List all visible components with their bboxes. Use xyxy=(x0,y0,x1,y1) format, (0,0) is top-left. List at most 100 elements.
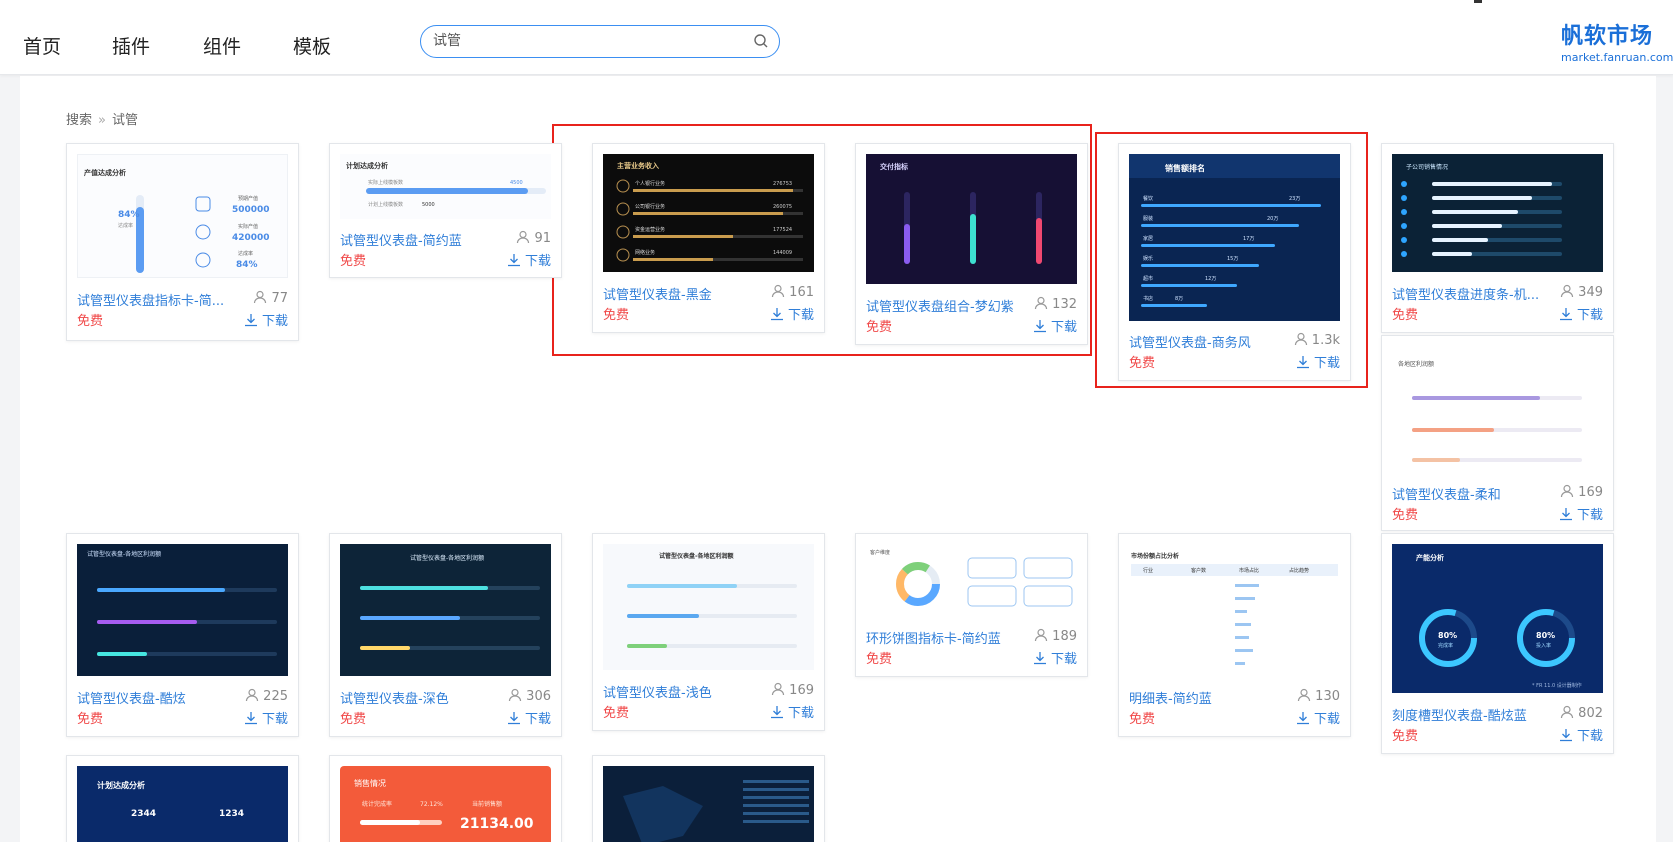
thumb-col: 客户数 xyxy=(1191,567,1206,574)
thumb-l2: 当前销售额 xyxy=(472,800,502,808)
breadcrumb-search[interactable]: 搜索 xyxy=(66,113,92,128)
user-count-value: 169 xyxy=(789,683,814,698)
card-thumbnail[interactable]: 市场份额占比分析 行业 客户数 市场占比 占比趋势 xyxy=(1129,544,1340,676)
search-input[interactable] xyxy=(433,32,733,48)
card-download-button[interactable]: 下载 xyxy=(507,250,551,269)
user-icon xyxy=(1561,705,1574,719)
card-download-button[interactable]: 下载 xyxy=(770,304,814,323)
download-label: 下载 xyxy=(524,712,551,727)
card-thumbnail[interactable]: 子公司销售情况 xyxy=(1392,154,1603,272)
user-count-value: 77 xyxy=(271,291,288,306)
template-card[interactable]: 客户维度 环形饼图指标卡-简约蓝 189 免费 下载 xyxy=(855,533,1088,677)
template-card[interactable]: 试管型仪表盘-各地区利润额 试管型仪表盘-深色 306 免费 下载 xyxy=(329,533,562,737)
template-card[interactable]: 销售额排名 餐饮 23万 服装 20万 家居 17万 娱乐 15万 超市 12万 书店 8万… xyxy=(1118,143,1351,381)
card-thumbnail[interactable]: 试管型仪表盘-各地区利润额 xyxy=(603,544,814,670)
card-thumbnail[interactable]: 计划达成分析 实际上线模板数 4500 计划上线模板数 5000 xyxy=(340,154,551,219)
thumb-title: 市场份额占比分析 xyxy=(1131,552,1179,560)
card-thumbnail[interactable]: 产值达成分析 84% 达成率 预期产值 500000 实际产值 420000 达… xyxy=(77,154,288,278)
nav-templates[interactable]: 模板 xyxy=(293,32,331,59)
card-download-button[interactable]: 下载 xyxy=(1296,352,1340,371)
card-thumbnail[interactable]: 计划达成分析 2344 1234 xyxy=(77,766,288,842)
card-title[interactable]: 试管型仪表盘-简约蓝 xyxy=(340,230,462,249)
card-user-count: 161 xyxy=(771,284,814,300)
card-download-button[interactable]: 下载 xyxy=(1559,504,1603,523)
card-download-button[interactable]: 下载 xyxy=(244,310,288,329)
thumb-m2-label: 实际产值 xyxy=(238,223,258,230)
search-box[interactable] xyxy=(420,25,780,58)
card-title[interactable]: 试管型仪表盘-黑金 xyxy=(603,284,712,303)
card-download-button[interactable]: 下载 xyxy=(1559,725,1603,744)
card-title[interactable]: 试管型仪表盘组合-梦幻紫 xyxy=(866,296,1014,315)
template-card[interactable]: 产值达成分析 84% 达成率 预期产值 500000 实际产值 420000 达… xyxy=(66,143,299,341)
thumb-r2: 计划上线模板数 xyxy=(368,201,403,208)
thumbnail-graphic: 各地区利润额 xyxy=(1398,360,1582,462)
card-title[interactable]: 环形饼图指标卡-简约蓝 xyxy=(866,628,1001,647)
thumb-row: 网络业务 xyxy=(635,249,655,256)
card-user-count: 77 xyxy=(253,290,288,306)
card-download-button[interactable]: 下载 xyxy=(1033,316,1077,335)
thumb-val: 260075 xyxy=(773,204,792,210)
thumb-v1-label: 完成率 xyxy=(1438,642,1453,649)
card-thumbnail[interactable]: 主营业务收入 个人银行业务 276753 公司银行业务 260075 资金运营业… xyxy=(603,154,814,272)
card-download-button[interactable]: 下载 xyxy=(244,708,288,727)
template-card[interactable]: 试管型仪表盘-各地区利润额 试管型仪表盘-浅色 169 免费 下载 xyxy=(592,533,825,731)
fanruan-market-logo[interactable]: 帆软市场 market.fanruan.com xyxy=(1561,18,1673,64)
nav-plugins[interactable]: 插件 xyxy=(112,32,150,59)
card-download-button[interactable]: 下载 xyxy=(770,702,814,721)
download-icon xyxy=(1559,308,1572,321)
card-title[interactable]: 刻度槽型仪表盘-酷炫蓝 xyxy=(1392,705,1527,724)
template-card[interactable]: 子公司销售情况 试管型仪表盘进度条-机... 349 免费 下载 xyxy=(1381,143,1614,333)
template-card[interactable]: 交付指标 试管型仪表盘组合-梦幻紫 132 免费 下载 xyxy=(855,143,1088,345)
card-price: 免费 xyxy=(77,314,104,329)
user-icon xyxy=(1561,284,1574,298)
card-user-count: 306 xyxy=(508,688,551,704)
card-thumbnail[interactable]: 产能分析 80% 完成率 80% 投入率 * FR 11.0 设计器制作 xyxy=(1392,544,1603,693)
nav-components[interactable]: 组件 xyxy=(203,32,241,59)
card-title[interactable]: 试管型仪表盘-商务风 xyxy=(1129,332,1251,351)
card-thumbnail[interactable]: 销售额排名 餐饮 23万 服装 20万 家居 17万 娱乐 15万 超市 12万 书店 8万 xyxy=(1129,154,1340,321)
card-thumbnail[interactable]: 试管型仪表盘-各地区利润额 xyxy=(340,544,551,676)
template-card[interactable]: 销售情况 统计完成率 72.12% 当前销售额 21134.00 xyxy=(329,755,562,842)
card-title[interactable]: 试管型仪表盘-酷炫 xyxy=(77,688,186,707)
search-icon[interactable] xyxy=(753,33,769,49)
card-download-button[interactable]: 下载 xyxy=(1033,648,1077,667)
card-user-count: 91 xyxy=(516,230,551,246)
thumb-title: 试管型仪表盘-各地区利润额 xyxy=(410,554,484,562)
template-card[interactable]: 试管型仪表盘-各地区利润额 试管型仪表盘-酷炫 225 免费 下载 xyxy=(66,533,299,737)
card-thumbnail[interactable]: 试管型仪表盘-各地区利润额 xyxy=(77,544,288,676)
card-title[interactable]: 试管型仪表盘-柔和 xyxy=(1392,484,1501,503)
card-title[interactable]: 试管型仪表盘-深色 xyxy=(340,688,449,707)
card-title[interactable]: 试管型仪表盘-浅色 xyxy=(603,682,712,701)
nav-home[interactable]: 首页 xyxy=(23,32,61,59)
user-count-value: 132 xyxy=(1052,297,1077,312)
thumbnail-graphic: 主营业务收入 个人银行业务 276753 公司银行业务 260075 资金运营业… xyxy=(616,161,803,262)
template-card[interactable]: 主营业务收入 个人银行业务 276753 公司银行业务 260075 资金运营业… xyxy=(592,143,825,333)
card-title[interactable]: 明细表-简约蓝 xyxy=(1129,688,1212,707)
template-card[interactable]: 计划达成分析 2344 1234 xyxy=(66,755,299,842)
template-card[interactable] xyxy=(592,755,825,842)
user-icon xyxy=(517,230,530,244)
thumb-val: 177524 xyxy=(773,227,792,233)
card-thumbnail[interactable]: 客户维度 xyxy=(866,544,1077,620)
card-download-button[interactable]: 下载 xyxy=(507,708,551,727)
card-download-button[interactable]: 下载 xyxy=(1296,708,1340,727)
card-download-button[interactable]: 下载 xyxy=(1559,304,1603,323)
card-thumbnail[interactable]: 各地区利润额 xyxy=(1392,346,1603,470)
card-price: 免费 xyxy=(1129,356,1156,371)
thumbnail-graphic: 试管型仪表盘-各地区利润额 xyxy=(360,554,540,650)
card-title[interactable]: 试管型仪表盘进度条-机... xyxy=(1392,284,1539,303)
template-card[interactable]: 计划达成分析 实际上线模板数 4500 计划上线模板数 5000 试管型仪表盘-… xyxy=(329,143,562,278)
card-thumbnail[interactable] xyxy=(603,766,814,842)
card-title[interactable]: 试管型仪表盘指标卡-简... xyxy=(77,290,224,309)
card-thumbnail[interactable]: 销售情况 统计完成率 72.12% 当前销售额 21134.00 xyxy=(340,766,551,842)
card-thumbnail[interactable]: 交付指标 xyxy=(866,154,1077,284)
thumb-title: 客户维度 xyxy=(870,549,890,556)
thumb-col: 占比趋势 xyxy=(1289,567,1309,574)
thumb-pct-label: 达成率 xyxy=(118,222,133,229)
download-icon xyxy=(1559,729,1572,742)
thumb-title: 产值达成分析 xyxy=(84,168,126,177)
user-icon xyxy=(1035,296,1048,310)
template-card[interactable]: 各地区利润额 试管型仪表盘-柔和 169 免费 下载 xyxy=(1381,335,1614,531)
template-card[interactable]: 市场份额占比分析 行业 客户数 市场占比 占比趋势 明细表-简约蓝 130 免费… xyxy=(1118,533,1351,737)
template-card[interactable]: 产能分析 80% 完成率 80% 投入率 * FR 11.0 设计器制作 刻度槽… xyxy=(1381,533,1614,754)
